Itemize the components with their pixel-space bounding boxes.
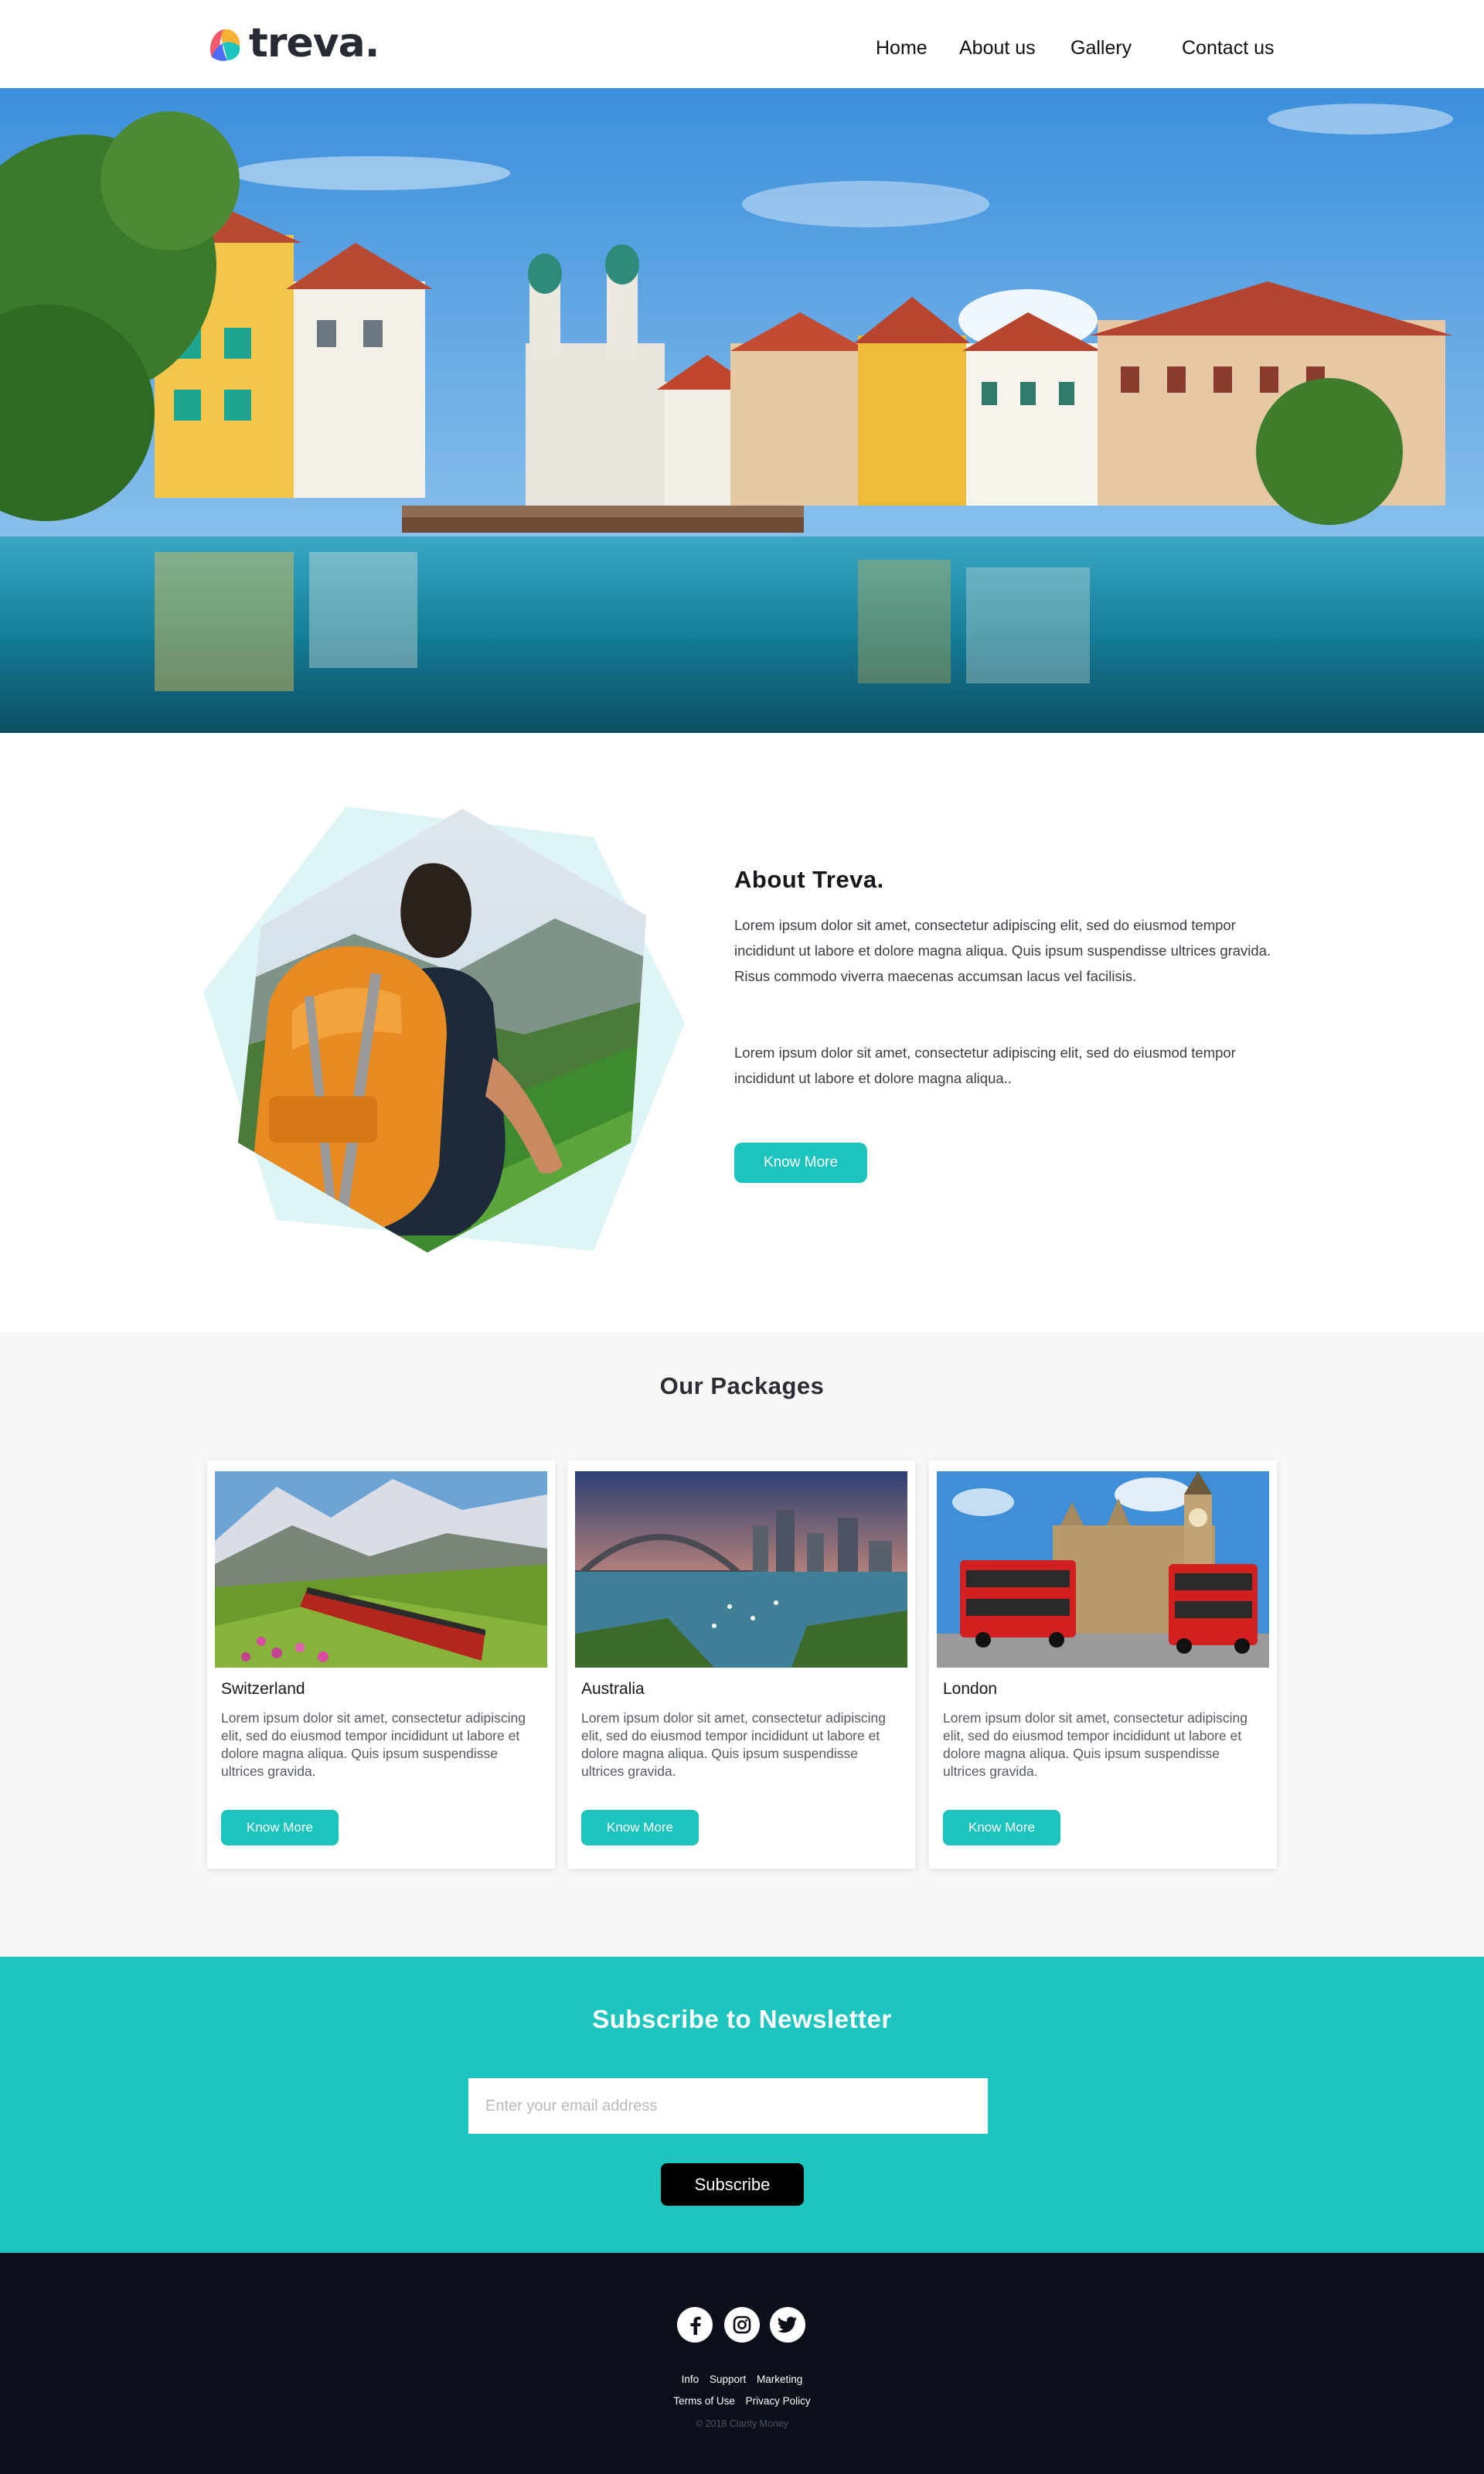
package-know-more-button-london[interactable]: Know More [943, 1810, 1060, 1845]
package-title-australia: Australia [581, 1680, 645, 1698]
subscribe-button[interactable]: Subscribe [661, 2163, 804, 2206]
about-section: About Treva. Lorem ipsum dolor sit amet,… [0, 733, 1484, 1332]
package-know-more-button-australia[interactable]: Know More [581, 1810, 699, 1845]
hero-image [0, 88, 1484, 733]
package-know-more-button-switzerland[interactable]: Know More [221, 1810, 339, 1845]
footer-link-privacy[interactable]: Privacy Policy [746, 2395, 811, 2407]
about-title: About Treva. [734, 866, 884, 893]
footer-link-terms[interactable]: Terms of Use [673, 2395, 735, 2407]
instagram-icon[interactable] [724, 2307, 760, 2343]
package-text-london: Lorem ipsum dolor sit amet, consectetur … [943, 1710, 1247, 1779]
nav-about-us[interactable]: About us [959, 32, 1036, 63]
package-title-switzerland: Switzerland [221, 1680, 305, 1698]
newsletter-email-input[interactable] [468, 2078, 988, 2134]
package-text-australia: Lorem ipsum dolor sit amet, consectetur … [581, 1710, 886, 1779]
package-card-switzerland: Switzerland Lorem ipsum dolor sit amet, … [207, 1460, 555, 1869]
footer-link-support[interactable]: Support [710, 2373, 746, 2385]
package-title-london: London [943, 1680, 998, 1698]
package-card-london: London Lorem ipsum dolor sit amet, conse… [929, 1460, 1277, 1869]
site-header: treva. Home About us Gallery Contact us [0, 0, 1484, 88]
newsletter-section: Subscribe to Newsletter Subscribe [0, 1957, 1484, 2253]
nav-contact-us[interactable]: Contact us [1182, 32, 1275, 63]
footer-links-row-2: Terms of Use Privacy Policy [0, 2395, 1484, 2407]
footer-link-marketing[interactable]: Marketing [757, 2373, 802, 2385]
packages-title: Our Packages [659, 1372, 825, 1399]
about-paragraph-2: Lorem ipsum dolor sit amet, consectetur … [734, 1044, 1236, 1086]
about-image [199, 803, 686, 1266]
package-text-switzerland: Lorem ipsum dolor sit amet, consectetur … [221, 1710, 526, 1779]
facebook-icon[interactable] [677, 2307, 713, 2343]
package-image-london [937, 1471, 1269, 1668]
nav-gallery[interactable]: Gallery [1070, 32, 1132, 63]
package-image-switzerland [215, 1471, 547, 1668]
package-image-australia [575, 1471, 907, 1668]
packages-section: Our Packages Switzerland Lorem ipsum dol… [0, 1332, 1484, 1957]
twitter-icon[interactable] [770, 2307, 805, 2343]
footer-links-row-1: Info Support Marketing [0, 2373, 1484, 2385]
about-paragraph-1: Lorem ipsum dolor sit amet, consectetur … [734, 917, 1271, 984]
package-card-australia: Australia Lorem ipsum dolor sit amet, co… [567, 1460, 915, 1869]
main-nav: Home About us Gallery Contact us [0, 32, 1484, 63]
hero-banner [0, 88, 1484, 733]
newsletter-title: Subscribe to Newsletter [592, 2005, 892, 2033]
footer-link-info[interactable]: Info [682, 2373, 699, 2385]
about-know-more-button[interactable]: Know More [734, 1143, 867, 1183]
nav-home[interactable]: Home [876, 32, 928, 63]
copyright-text: © 2018 Clarity Money [695, 2418, 789, 2429]
site-footer: Info Support Marketing Terms of Use Priv… [0, 2253, 1484, 2474]
